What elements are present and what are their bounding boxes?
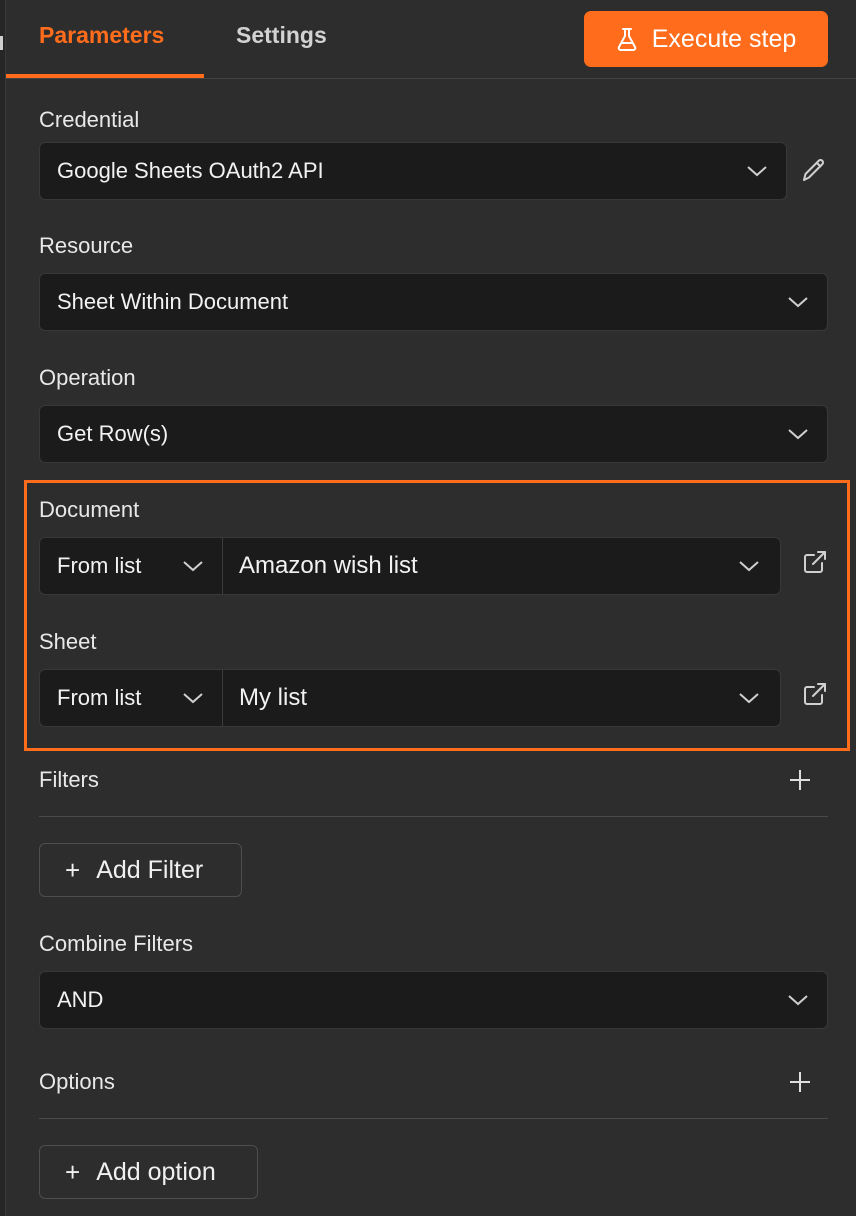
options-label: Options	[39, 1069, 115, 1094]
combine-filters-value: AND	[57, 987, 104, 1012]
sheet-value-select[interactable]: My list	[223, 670, 780, 726]
external-link-icon[interactable]	[802, 681, 828, 707]
options-divider	[39, 1118, 828, 1119]
sheet-resource-locator: From list My list	[39, 669, 781, 727]
add-option-label: Add option	[96, 1157, 216, 1186]
edit-pencil-icon[interactable]	[800, 156, 828, 184]
sheet-value: My list	[239, 684, 307, 711]
document-resource-locator: From list Amazon wish list	[39, 537, 781, 595]
sheet-mode-select[interactable]: From list	[40, 670, 223, 726]
chevron-down-icon	[788, 429, 808, 440]
sheet-label: Sheet	[39, 629, 97, 654]
add-options-plus-icon[interactable]	[789, 1071, 811, 1093]
filters-divider	[39, 816, 828, 817]
chevron-down-icon	[739, 693, 759, 704]
credential-label: Credential	[39, 107, 140, 132]
operation-label: Operation	[39, 365, 136, 390]
resource-value: Sheet Within Document	[57, 289, 289, 314]
filters-label: Filters	[39, 767, 99, 792]
document-label: Document	[39, 497, 140, 522]
document-mode-select[interactable]: From list	[40, 538, 223, 594]
chevron-down-icon	[747, 166, 767, 177]
chevron-down-icon	[739, 561, 759, 572]
combine-filters-select[interactable]: AND	[39, 971, 828, 1029]
resource-label: Resource	[39, 233, 134, 258]
combine-filters-label: Combine Filters	[39, 931, 194, 956]
active-tab-indicator	[6, 74, 204, 78]
add-option-button[interactable]: + Add option	[39, 1145, 258, 1199]
document-value: Amazon wish list	[239, 552, 418, 579]
execute-step-label: Execute step	[651, 24, 797, 53]
operation-select[interactable]: Get Row(s)	[39, 405, 828, 463]
credential-value: Google Sheets OAuth2 API	[57, 158, 324, 183]
plus-icon: +	[65, 1156, 81, 1187]
tab-parameters[interactable]: Parameters	[39, 22, 164, 49]
flask-icon	[617, 28, 636, 51]
add-filters-plus-icon[interactable]	[789, 769, 811, 791]
left-panel-edge	[0, 0, 6, 1216]
chevron-down-icon	[788, 995, 808, 1006]
external-link-icon[interactable]	[802, 549, 828, 575]
panel-header: Parameters Settings Execute step	[6, 0, 856, 79]
sheet-mode-value: From list	[57, 685, 142, 710]
execute-step-button[interactable]: Execute step	[584, 11, 828, 67]
document-mode-value: From list	[57, 553, 142, 578]
operation-value: Get Row(s)	[57, 421, 169, 446]
add-filter-button[interactable]: + Add Filter	[39, 843, 242, 897]
add-filter-label: Add Filter	[96, 855, 204, 884]
chevron-down-icon	[183, 693, 203, 704]
resource-select[interactable]: Sheet Within Document	[39, 273, 828, 331]
chevron-down-icon	[788, 297, 808, 308]
plus-icon: +	[65, 854, 81, 885]
document-value-select[interactable]: Amazon wish list	[223, 538, 780, 594]
panel-edge-mark	[0, 36, 3, 50]
tab-settings[interactable]: Settings	[236, 22, 327, 49]
credential-select[interactable]: Google Sheets OAuth2 API	[39, 142, 787, 200]
chevron-down-icon	[183, 561, 203, 572]
